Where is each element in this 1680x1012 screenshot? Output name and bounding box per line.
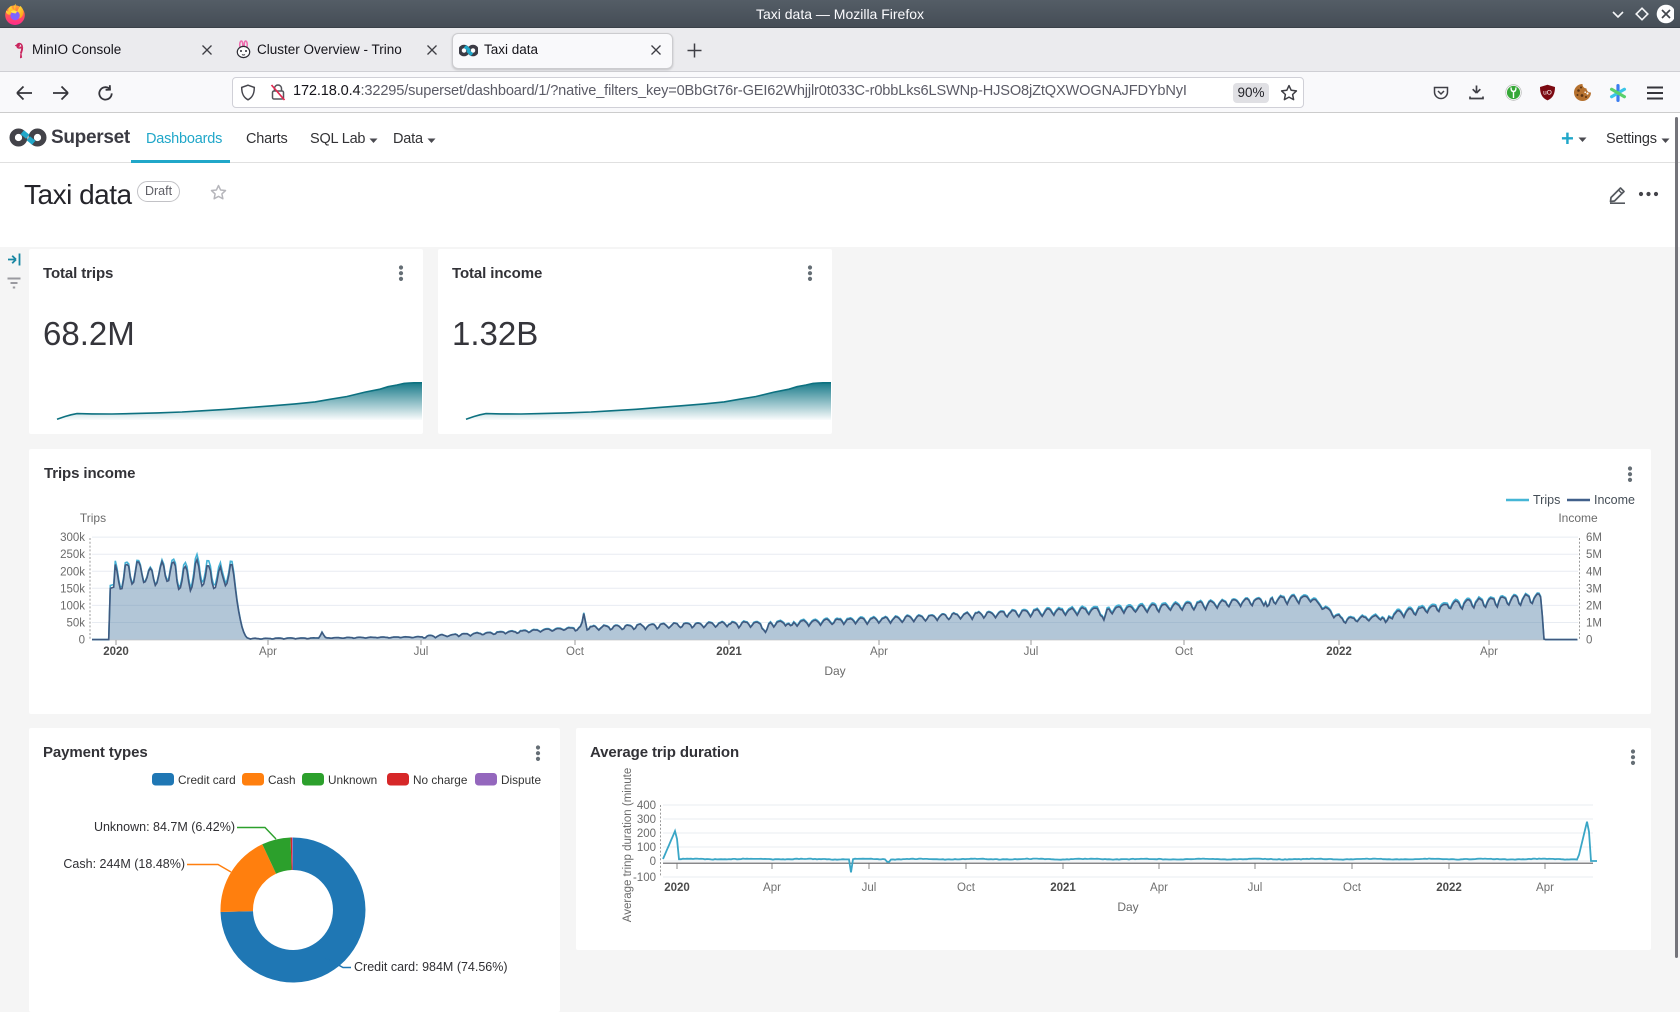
svg-text:150k: 150k <box>60 583 85 595</box>
svg-text:Unknown: 84.7M (6.42%): Unknown: 84.7M (6.42%) <box>94 820 235 834</box>
svg-text:Income: Income <box>1558 511 1598 525</box>
svg-text:Apr: Apr <box>870 646 888 658</box>
svg-text:2020: 2020 <box>103 646 129 658</box>
svg-text:0: 0 <box>650 856 656 868</box>
svg-text:6M: 6M <box>1586 532 1602 544</box>
svg-text:2020: 2020 <box>664 882 690 894</box>
svg-text:3M: 3M <box>1586 583 1602 595</box>
svg-text:-100: -100 <box>633 872 656 884</box>
svg-text:200k: 200k <box>60 566 85 578</box>
svg-text:2022: 2022 <box>1436 882 1462 894</box>
svg-text:Apr: Apr <box>1480 646 1498 658</box>
svg-text:Trips: Trips <box>80 511 106 525</box>
svg-text:Apr: Apr <box>1536 882 1554 894</box>
svg-text:Jul: Jul <box>862 882 877 894</box>
svg-text:Jul: Jul <box>414 646 429 658</box>
svg-text:400: 400 <box>637 800 656 812</box>
svg-text:Unknown: Unknown <box>328 773 377 787</box>
svg-text:5M: 5M <box>1586 549 1602 561</box>
svg-text:100k: 100k <box>60 600 85 612</box>
svg-text:Cash: Cash <box>268 773 296 787</box>
svg-text:Day: Day <box>824 664 845 678</box>
svg-text:200: 200 <box>637 828 656 840</box>
svg-text:2021: 2021 <box>716 646 742 658</box>
svg-text:Day: Day <box>1117 900 1138 914</box>
svg-text:2021: 2021 <box>1050 882 1076 894</box>
svg-text:300k: 300k <box>60 532 85 544</box>
svg-text:Trips: Trips <box>1533 493 1560 507</box>
svg-text:Oct: Oct <box>957 882 976 894</box>
svg-text:2022: 2022 <box>1326 646 1352 658</box>
svg-text:No charge: No charge <box>413 773 468 787</box>
svg-text:Oct: Oct <box>1343 882 1362 894</box>
svg-text:50k: 50k <box>66 618 85 630</box>
svg-text:Credit card: Credit card <box>178 773 236 787</box>
svg-text:100: 100 <box>637 842 656 854</box>
svg-text:Credit card: 984M (74.56%): Credit card: 984M (74.56%) <box>354 960 508 974</box>
svg-text:Oct: Oct <box>566 646 585 658</box>
svg-text:4M: 4M <box>1586 566 1602 578</box>
svg-text:Apr: Apr <box>259 646 277 658</box>
svg-text:Jul: Jul <box>1248 882 1263 894</box>
svg-text:Oct: Oct <box>1175 646 1194 658</box>
svg-text:Average trinp duration (minute: Average trinp duration (minute <box>622 768 634 923</box>
svg-text:Dispute: Dispute <box>501 773 541 787</box>
svg-text:0: 0 <box>79 635 85 647</box>
svg-text:Apr: Apr <box>763 882 781 894</box>
svg-text:1M: 1M <box>1586 618 1602 630</box>
svg-text:0: 0 <box>1586 635 1592 647</box>
svg-text:Jul: Jul <box>1024 646 1039 658</box>
svg-text:Apr: Apr <box>1150 882 1168 894</box>
svg-text:2M: 2M <box>1586 600 1602 612</box>
svg-text:Cash: 244M (18.48%): Cash: 244M (18.48%) <box>63 857 185 871</box>
svg-text:250k: 250k <box>60 549 85 561</box>
svg-text:300: 300 <box>637 814 656 826</box>
svg-text:Income: Income <box>1594 493 1635 507</box>
